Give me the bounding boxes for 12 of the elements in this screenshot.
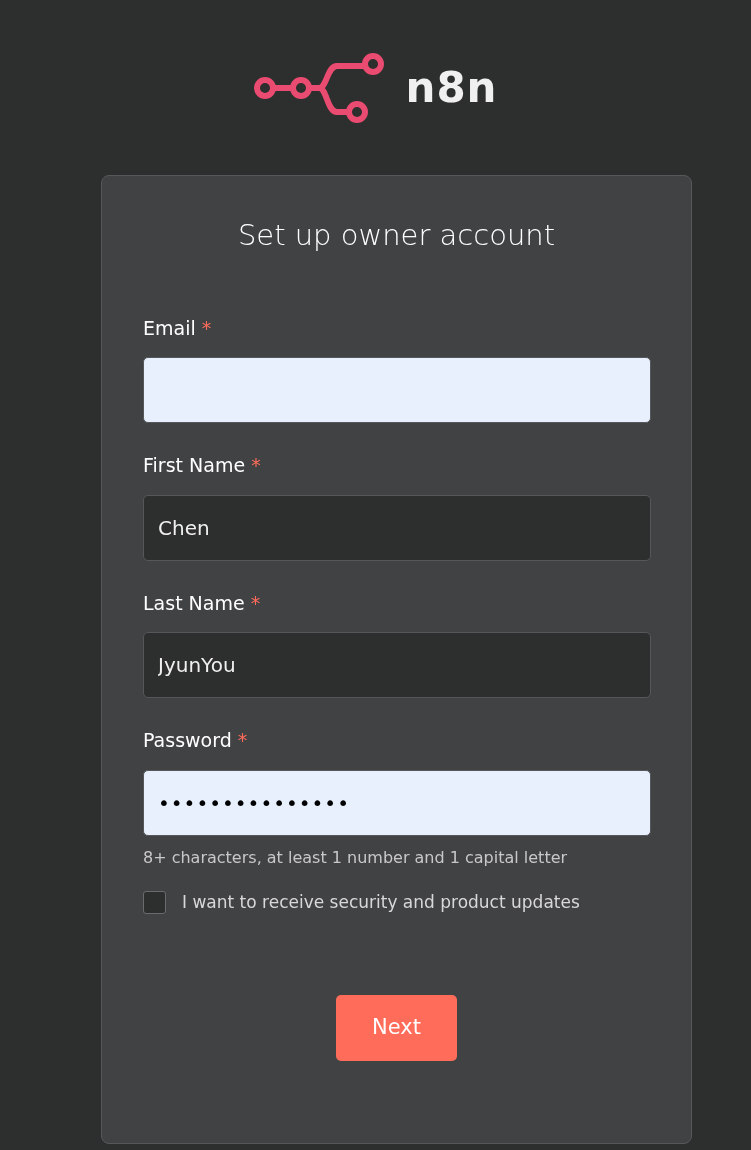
field-label: Email * <box>143 315 212 341</box>
input-field[interactable]: ••••••••••••••• <box>143 769 651 836</box>
logo-text: n8n <box>405 62 498 114</box>
input-field[interactable]: Chen <box>143 494 651 561</box>
field-label: Last Name * <box>143 590 261 616</box>
form-title: Set up owner account <box>236 217 557 254</box>
field-label: First Name * <box>143 453 261 478</box>
checkbox[interactable] <box>143 890 166 914</box>
hint-text: 8+ characters, at least 1 number and 1 capital letter <box>143 846 568 869</box>
input-field[interactable] <box>143 357 651 423</box>
field-label: Password * <box>143 728 248 753</box>
checkbox-label: I want to receive security and product updates <box>182 890 580 914</box>
